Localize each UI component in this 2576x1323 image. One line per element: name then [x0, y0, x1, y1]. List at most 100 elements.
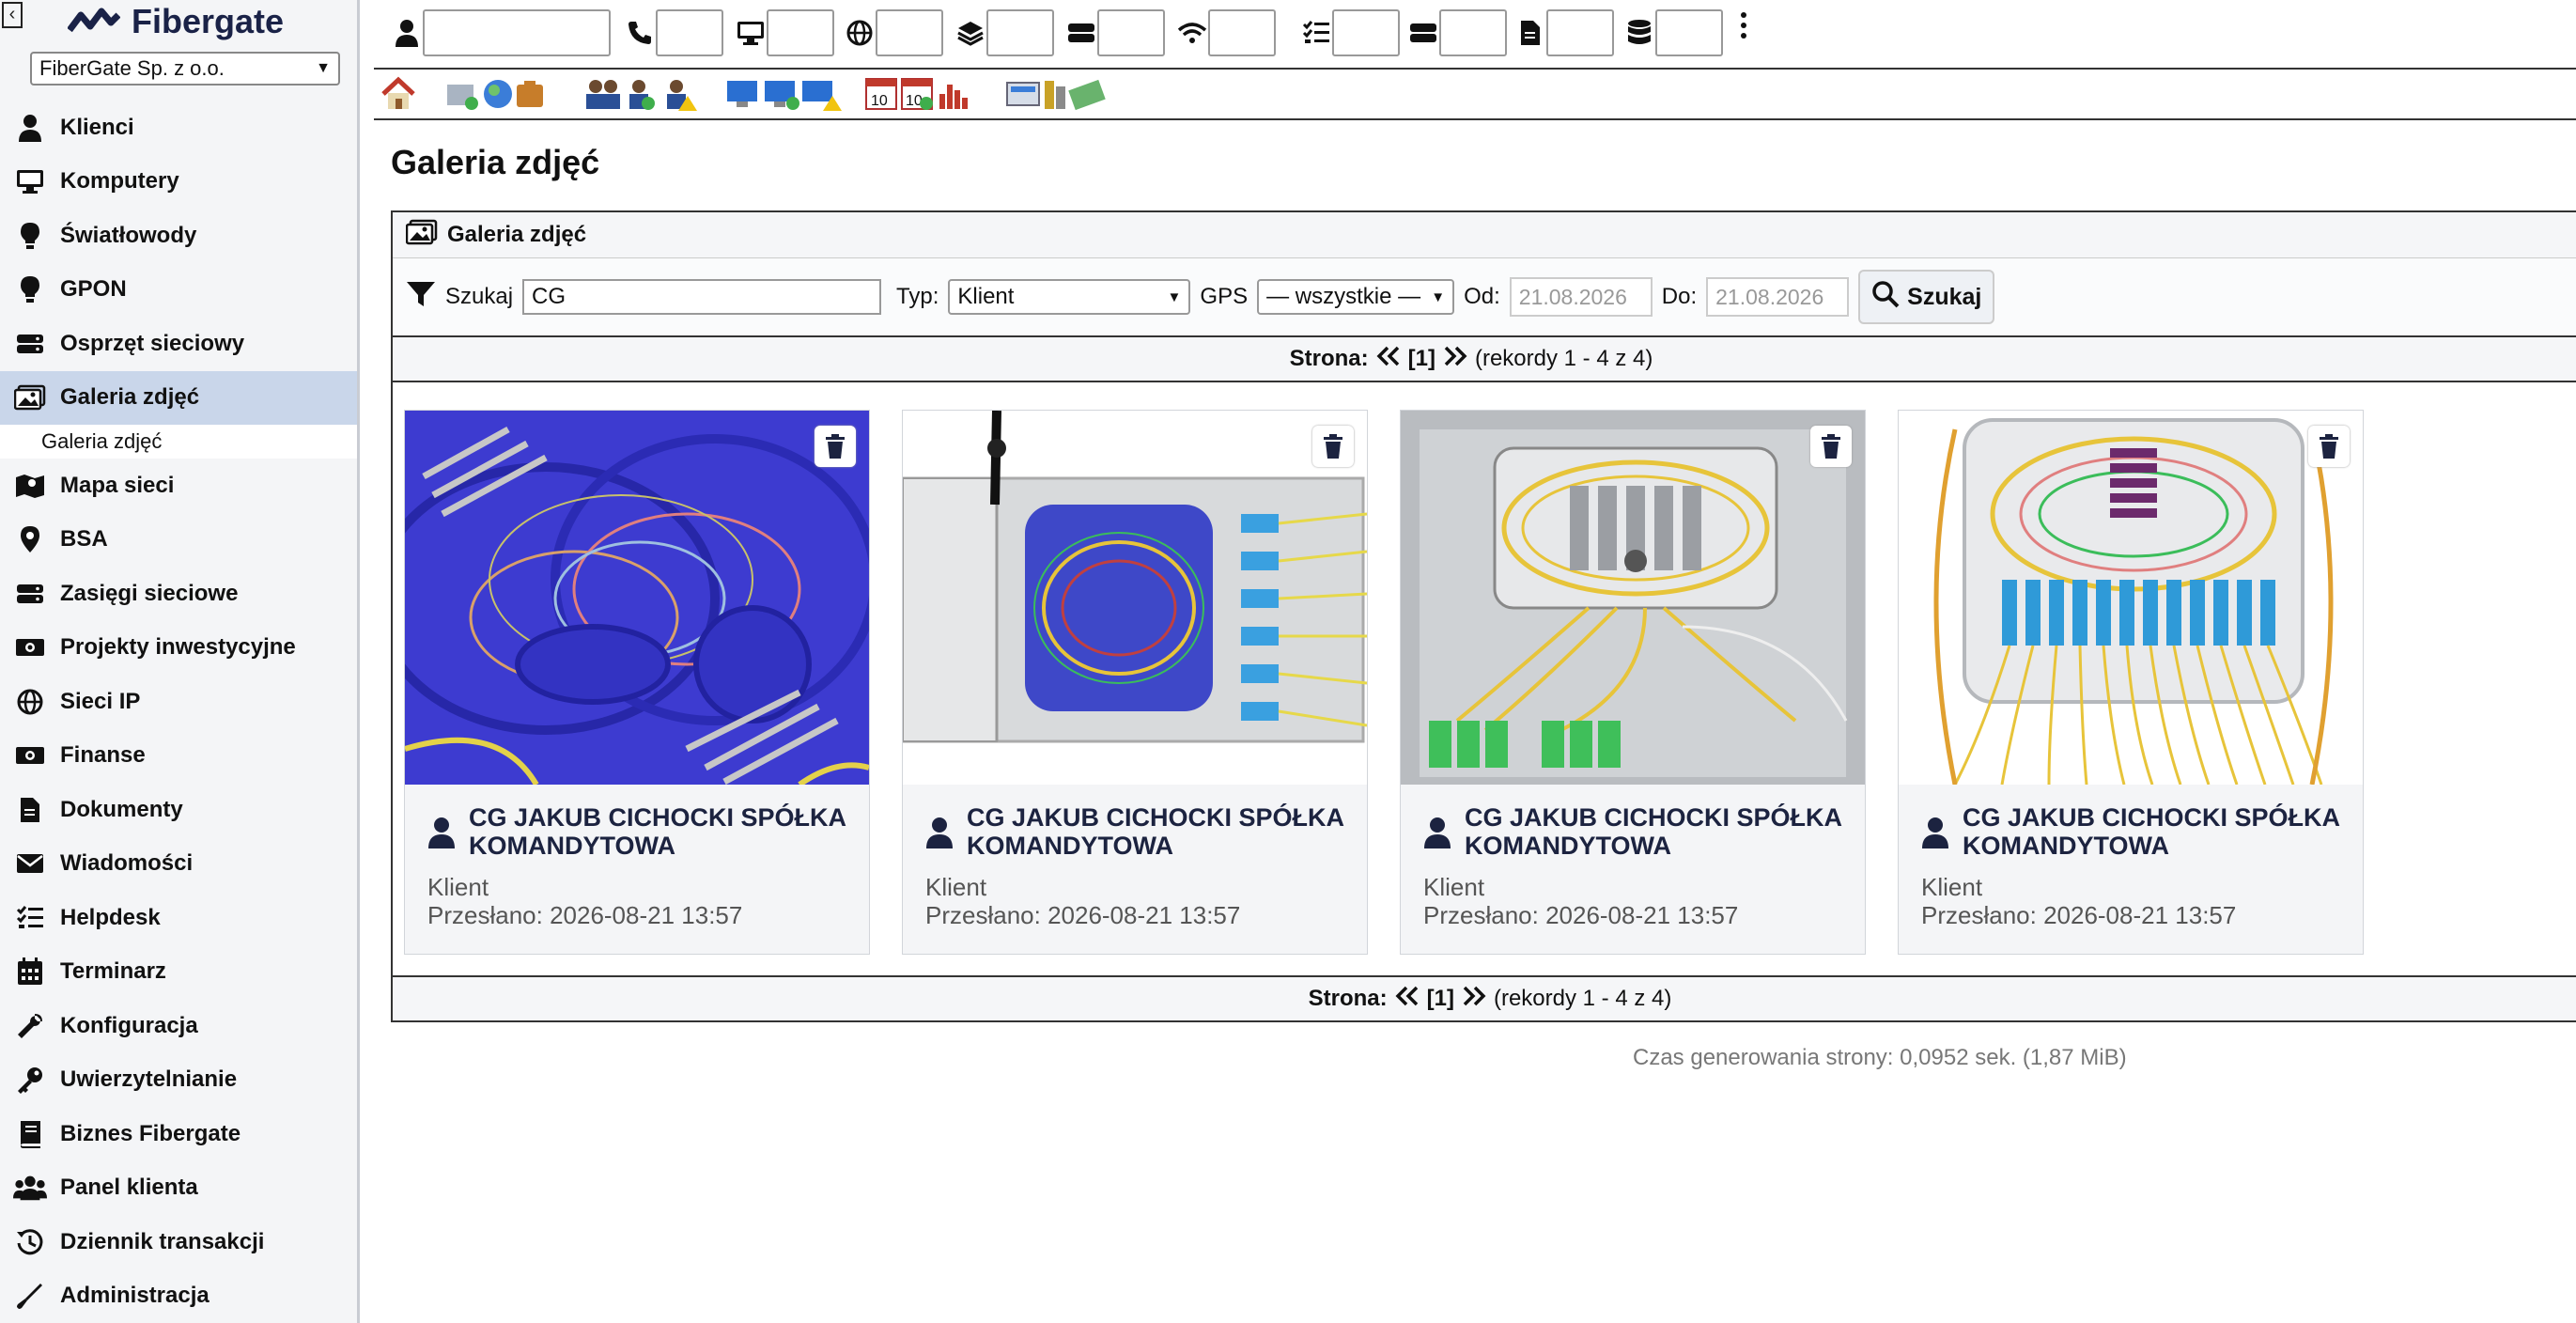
- current-page[interactable]: [1]: [1408, 346, 1435, 372]
- search-input[interactable]: CG: [522, 279, 882, 315]
- add-customer-icons[interactable]: [445, 75, 558, 113]
- sidebar-item-gpon[interactable]: GPON: [0, 263, 357, 318]
- search-icon: [1871, 280, 1900, 315]
- photo-thumbnail[interactable]: [1401, 411, 1865, 785]
- hdd-icon: [13, 579, 47, 609]
- sidebar-item-osprzet-sieciowy[interactable]: Osprzęt sieciowy: [0, 317, 357, 371]
- sidebar-item-label: Galeria zdjęć: [60, 384, 200, 411]
- delete-photo-button[interactable]: [2308, 426, 2350, 467]
- tools-icon: [13, 1281, 47, 1311]
- submenu-item-gallery[interactable]: Galeria zdjęć: [0, 425, 357, 459]
- date-to-input[interactable]: 21.08.2026: [1706, 277, 1850, 317]
- photo-thumbnail[interactable]: [903, 411, 1367, 785]
- finance-icons[interactable]: [1005, 75, 1109, 113]
- sidebar-item-panel-klienta[interactable]: Panel klienta: [0, 1161, 357, 1216]
- card-owner-name: CG JAKUB CICHOCKI SPÓŁKA KOMANDYTOWA: [1465, 803, 1842, 860]
- sidebar-item-galeria-zdjec[interactable]: Galeria zdjęć: [0, 370, 357, 425]
- card-owner[interactable]: CG JAKUB CICHOCKI SPÓŁKA KOMANDYTOWA: [427, 803, 854, 860]
- customer-search: [391, 9, 611, 56]
- company-select[interactable]: FiberGate Sp. z o.o. ▼: [30, 52, 340, 86]
- hdd-icon: [1065, 17, 1097, 49]
- photo-thumbnail[interactable]: [1899, 411, 2363, 785]
- logo[interactable]: Fibergate: [68, 0, 284, 43]
- home-icon[interactable]: [380, 75, 417, 113]
- sidebar-item-wiadomosci[interactable]: Wiadomości: [0, 837, 357, 892]
- computers-icons[interactable]: [723, 75, 846, 113]
- sidebar-item-administracja[interactable]: Administracja: [0, 1269, 357, 1323]
- collapse-sidebar-button[interactable]: ‹: [2, 2, 23, 28]
- filter-bar: Szukaj CG Typ: Klient ▼ GPS — wszystkie …: [393, 258, 2576, 337]
- money-icon: [13, 632, 47, 662]
- photo-thumbnail[interactable]: [405, 411, 869, 785]
- gallery-card[interactable]: CG JAKUB CICHOCKI SPÓŁKA KOMANDYTOWA Kli…: [902, 410, 1368, 955]
- delete-photo-button[interactable]: [1312, 426, 1354, 467]
- type-select[interactable]: Klient ▼: [948, 279, 1191, 315]
- gallery-card[interactable]: CG JAKUB CICHOCKI SPÓŁKA KOMANDYTOWA Kli…: [1400, 410, 1866, 955]
- calendar-icons[interactable]: 10 10: [864, 75, 977, 113]
- sidebar-item-uwierzytelnianie[interactable]: Uwierzytelnianie: [0, 1053, 357, 1108]
- device-search-input[interactable]: [1097, 9, 1165, 56]
- sidebar-item-projekty-inwestycyjne[interactable]: Projekty inwestycyjne: [0, 621, 357, 676]
- sidebar-item-terminarz[interactable]: Terminarz: [0, 945, 357, 1000]
- wifi-search-input[interactable]: [1208, 9, 1276, 56]
- card-owner[interactable]: CG JAKUB CICHOCKI SPÓŁKA KOMANDYTOWA: [1921, 803, 2348, 860]
- sidebar-item-finanse[interactable]: Finanse: [0, 729, 357, 784]
- sidebar-item-mapa-sieci[interactable]: Mapa sieci: [0, 459, 357, 513]
- search-label: Szukaj: [445, 284, 514, 309]
- records-count: (rekordy 1 - 4 z 4): [1493, 986, 1672, 1011]
- sidebar-item-dokumenty[interactable]: Dokumenty: [0, 783, 357, 837]
- more-menu-button[interactable]: [1734, 9, 1753, 41]
- next-page-icon[interactable]: [1462, 986, 1486, 1013]
- delete-photo-button[interactable]: [1810, 426, 1852, 467]
- next-page-icon[interactable]: [1443, 346, 1467, 373]
- date-to-label: Do:: [1661, 284, 1698, 309]
- sidebar-item-biznes-fibergate[interactable]: Biznes Fibergate: [0, 1107, 357, 1161]
- sidebar-item-dziennik-transakcji[interactable]: Dziennik transakcji: [0, 1215, 357, 1269]
- search-button[interactable]: Szukaj: [1858, 270, 1995, 324]
- date-from-label: Od:: [1464, 284, 1500, 309]
- page-title: Galeria zdjęć: [391, 143, 600, 181]
- ip-search: [844, 9, 943, 56]
- helpdesk-search-input[interactable]: [1332, 9, 1400, 56]
- layers-search-input[interactable]: [986, 9, 1054, 56]
- svg-text:10: 10: [906, 93, 923, 109]
- prev-page-icon[interactable]: [1376, 346, 1401, 373]
- delete-photo-button[interactable]: [815, 426, 856, 467]
- prev-page-icon[interactable]: [1395, 986, 1420, 1013]
- customers-group-icons[interactable]: [582, 75, 705, 113]
- user-icon: [925, 803, 957, 860]
- card-meta: Klient Przesłano: 2026-08-21 13:57: [1921, 873, 2236, 929]
- trash-icon: [1822, 434, 1840, 459]
- sidebar-item-swiatlowody[interactable]: Światłowody: [0, 209, 357, 263]
- card-owner[interactable]: CG JAKUB CICHOCKI SPÓŁKA KOMANDYTOWA: [1423, 803, 1850, 860]
- hdd-icon: [13, 329, 47, 359]
- phone-search-input[interactable]: [656, 9, 723, 56]
- document-search-input[interactable]: [1546, 9, 1614, 56]
- card-type: Klient: [1423, 873, 1485, 901]
- sidebar-item-zasiegi-sieciowe[interactable]: Zasięgi sieciowe: [0, 567, 357, 621]
- pager-bottom: Strona: [1] (rekordy 1 - 4 z 4): [393, 975, 2576, 1020]
- sidebar-item-label: Wiadomości: [60, 850, 194, 877]
- customer-search-input[interactable]: [423, 9, 611, 56]
- current-page[interactable]: [1]: [1427, 986, 1454, 1012]
- card-owner-name: CG JAKUB CICHOCKI SPÓŁKA KOMANDYTOWA: [469, 803, 846, 860]
- card-owner[interactable]: CG JAKUB CICHOCKI SPÓŁKA KOMANDYTOWA: [925, 803, 1352, 860]
- sidebar-item-bsa[interactable]: BSA: [0, 513, 357, 568]
- gallery-card[interactable]: CG JAKUB CICHOCKI SPÓŁKA KOMANDYTOWA Kli…: [1898, 410, 2364, 955]
- sidebar-item-helpdesk[interactable]: Helpdesk: [0, 891, 357, 945]
- database-search-input[interactable]: [1655, 9, 1723, 56]
- date-from-input[interactable]: 21.08.2026: [1509, 277, 1653, 317]
- date-from-value: 21.08.2026: [1518, 284, 1627, 309]
- sidebar-item-klienci[interactable]: Klienci: [0, 101, 357, 155]
- computer-search-input[interactable]: [767, 9, 834, 56]
- hdd-icon: [1407, 17, 1439, 49]
- sidebar-item-komputery[interactable]: Komputery: [0, 155, 357, 210]
- network-search-input[interactable]: [1439, 9, 1507, 56]
- sidebar-item-sieci-ip[interactable]: Sieci IP: [0, 675, 357, 729]
- ip-search-input[interactable]: [876, 9, 943, 56]
- user-icon: [1921, 803, 1953, 860]
- gps-select[interactable]: — wszystkie — ▼: [1257, 279, 1455, 315]
- gallery-card[interactable]: CG JAKUB CICHOCKI SPÓŁKA KOMANDYTOWA Kli…: [404, 410, 870, 955]
- sidebar-item-konfiguracja[interactable]: Konfiguracja: [0, 999, 357, 1053]
- card-uploaded: Przesłano: 2026-08-21 13:57: [1921, 901, 2237, 929]
